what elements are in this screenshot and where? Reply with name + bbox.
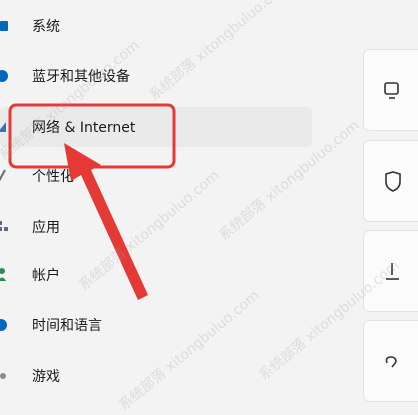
nav-item-label: 应用 bbox=[32, 220, 60, 236]
nav-item-system[interactable]: 系统 bbox=[0, 6, 312, 46]
settings-content-panel bbox=[363, 0, 418, 414]
nav-item-apps[interactable]: 应用 bbox=[0, 207, 312, 247]
nav-item-label: 个性化 bbox=[32, 169, 74, 185]
nav-item-gaming[interactable]: 游戏 bbox=[0, 356, 312, 396]
apps-icon bbox=[0, 221, 8, 231]
system-icon bbox=[0, 21, 8, 31]
nav-item-network[interactable]: 网络 & Internet bbox=[0, 107, 312, 147]
shield-icon bbox=[385, 171, 401, 192]
nav-item-label: 帐户 bbox=[32, 268, 60, 284]
settings-card[interactable] bbox=[363, 140, 418, 222]
device-icon bbox=[384, 82, 399, 99]
nav-item-accounts[interactable]: 帐户 bbox=[0, 255, 312, 295]
link-icon bbox=[385, 356, 397, 368]
time-language-icon bbox=[0, 319, 7, 331]
personalization-icon bbox=[0, 169, 6, 182]
settings-card[interactable] bbox=[363, 320, 418, 402]
nav-item-label: 蓝牙和其他设备 bbox=[32, 69, 130, 85]
settings-card[interactable] bbox=[363, 49, 418, 131]
download-icon bbox=[386, 263, 399, 280]
nav-item-label: 系统 bbox=[32, 19, 60, 35]
nav-item-bluetooth[interactable]: 蓝牙和其他设备 bbox=[0, 56, 312, 96]
nav-item-label: 游戏 bbox=[32, 369, 60, 385]
bluetooth-icon bbox=[0, 70, 8, 82]
nav-item-label: 时间和语言 bbox=[32, 318, 102, 334]
gaming-icon bbox=[0, 373, 6, 379]
nav-item-personalization[interactable]: 个性化 bbox=[0, 156, 312, 196]
settings-card[interactable] bbox=[363, 230, 418, 312]
nav-item-label: 网络 & Internet bbox=[32, 120, 136, 136]
network-icon bbox=[0, 122, 6, 132]
accounts-icon bbox=[0, 268, 6, 281]
settings-navigation: 系统 蓝牙和其他设备 网络 & Internet 个性化 应用 帐户 时间和语言… bbox=[0, 0, 330, 414]
nav-item-time-language[interactable]: 时间和语言 bbox=[0, 305, 312, 345]
